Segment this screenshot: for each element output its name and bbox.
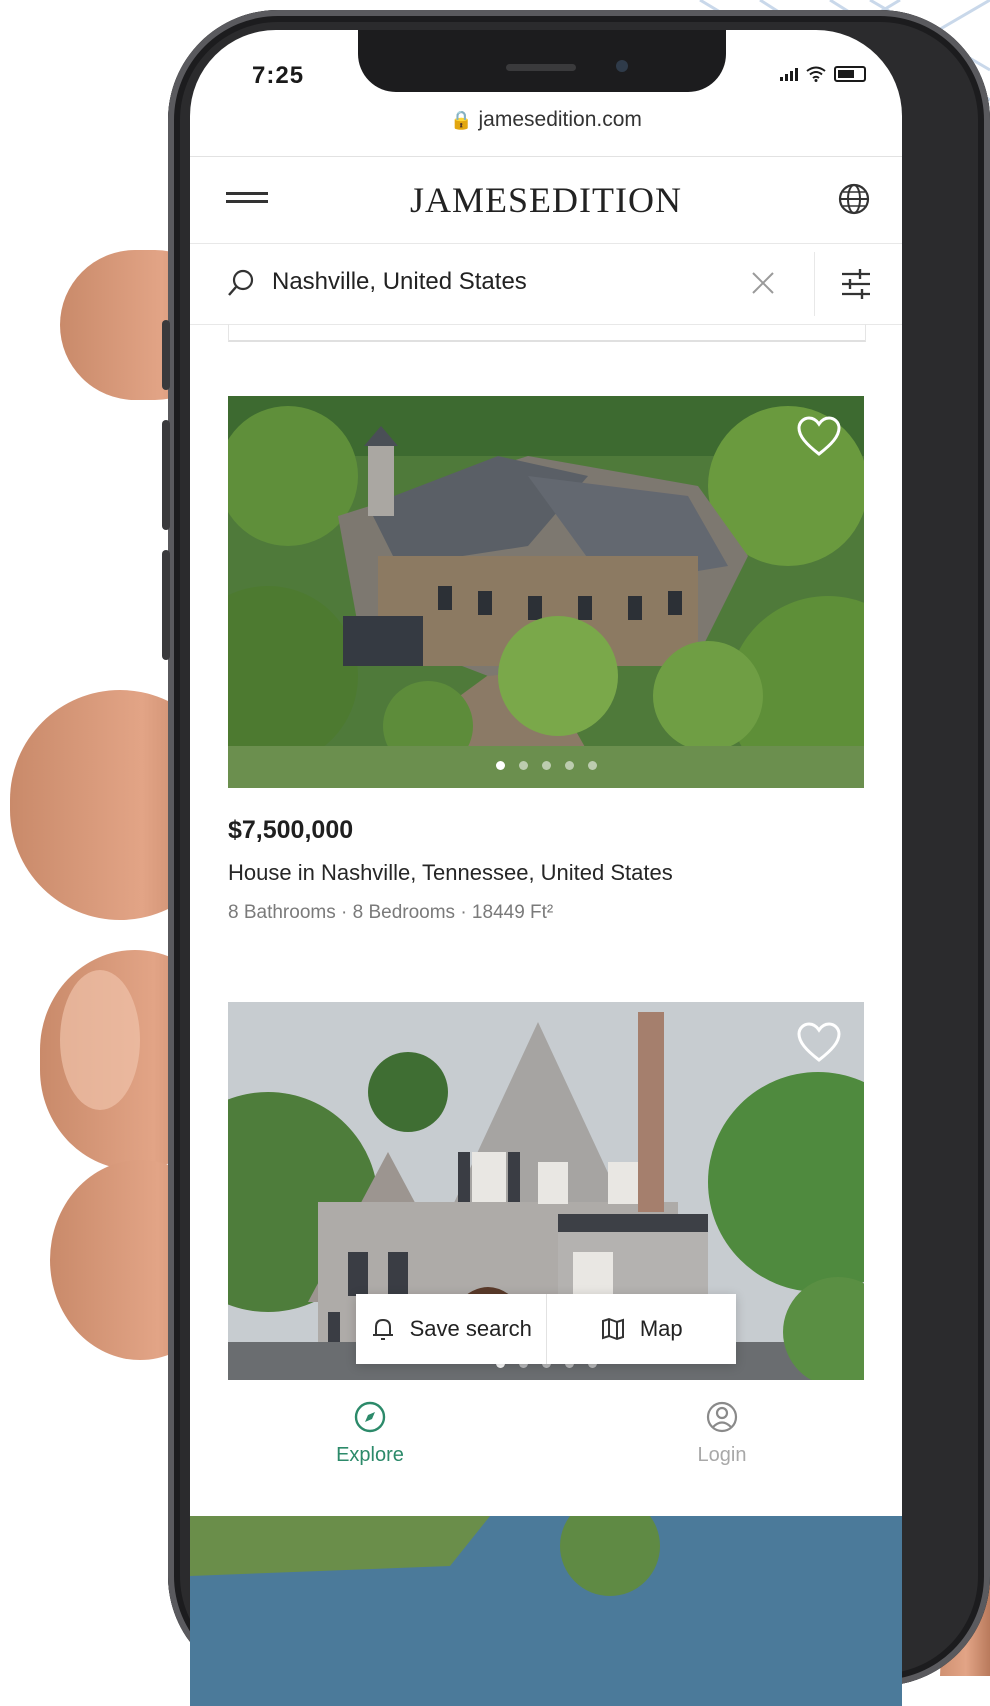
carousel-dot[interactable] <box>587 761 597 770</box>
heart-icon[interactable] <box>796 1022 842 1064</box>
carousel-dot[interactable] <box>541 761 551 770</box>
tab-label: Login <box>697 1444 747 1466</box>
phone-side-button <box>162 320 170 390</box>
brand-logo[interactable]: JAMESEDITION <box>190 179 902 221</box>
status-time: 7:25 <box>252 62 305 89</box>
compass-icon <box>354 1401 386 1433</box>
url-text: jamesedition.com <box>478 108 642 131</box>
camera <box>616 60 628 72</box>
url-bar[interactable]: 🔒 jamesedition.com <box>190 108 902 132</box>
save-search-button[interactable]: Save search <box>356 1294 546 1364</box>
photo-carousel-dots[interactable] <box>228 761 864 770</box>
notch <box>358 30 726 92</box>
heart-icon[interactable] <box>796 416 842 458</box>
map-label: Map <box>639 1316 683 1341</box>
house-photo <box>228 396 864 788</box>
listing-title[interactable]: House in Nashville, Tennessee, United St… <box>228 860 673 886</box>
carousel-dot[interactable] <box>564 761 574 770</box>
signal-icon <box>780 67 798 81</box>
site-header: JAMESEDITION <box>190 157 902 243</box>
search-input[interactable]: Nashville, United States <box>272 268 527 296</box>
bell-icon <box>372 1318 393 1340</box>
carousel-dot[interactable] <box>495 761 505 770</box>
bottom-tab-bar: Explore Login <box>190 1380 902 1510</box>
speaker <box>506 64 576 71</box>
search-bar: Nashville, United States <box>190 243 902 325</box>
listing-price: $7,500,000 <box>228 816 354 844</box>
listing-specs: 8 Bathrooms · 8 Bedrooms · 18449 Ft² <box>228 902 554 923</box>
save-search-label: Save search <box>409 1316 532 1341</box>
divider <box>814 252 815 316</box>
wifi-icon <box>806 66 826 82</box>
phone-side-button <box>162 550 170 660</box>
next-listing-photo <box>190 1516 902 1706</box>
map-icon <box>601 1317 624 1341</box>
phone-side-button <box>162 420 170 530</box>
phone-screen: 7:25 🔒 jamesedition.com JAMESEDITION Nas… <box>190 30 902 1706</box>
tab-label: Explore <box>336 1444 404 1466</box>
globe-icon[interactable] <box>836 181 872 217</box>
search-icon <box>228 269 254 296</box>
battery-icon <box>834 66 866 82</box>
lock-icon: 🔒 <box>450 110 473 130</box>
map-button[interactable]: Map <box>545 1294 737 1364</box>
filter-icon[interactable] <box>838 266 874 302</box>
user-icon <box>706 1401 738 1433</box>
status-icons <box>780 66 866 82</box>
tab-explore[interactable]: Explore <box>290 1400 450 1467</box>
listing-photo[interactable] <box>228 396 864 788</box>
floating-action-bar: Save search Map <box>356 1294 736 1364</box>
previous-card-edge <box>228 324 866 342</box>
carousel-dot[interactable] <box>518 761 528 770</box>
close-icon[interactable] <box>750 270 776 296</box>
tab-login[interactable]: Login <box>642 1400 802 1467</box>
